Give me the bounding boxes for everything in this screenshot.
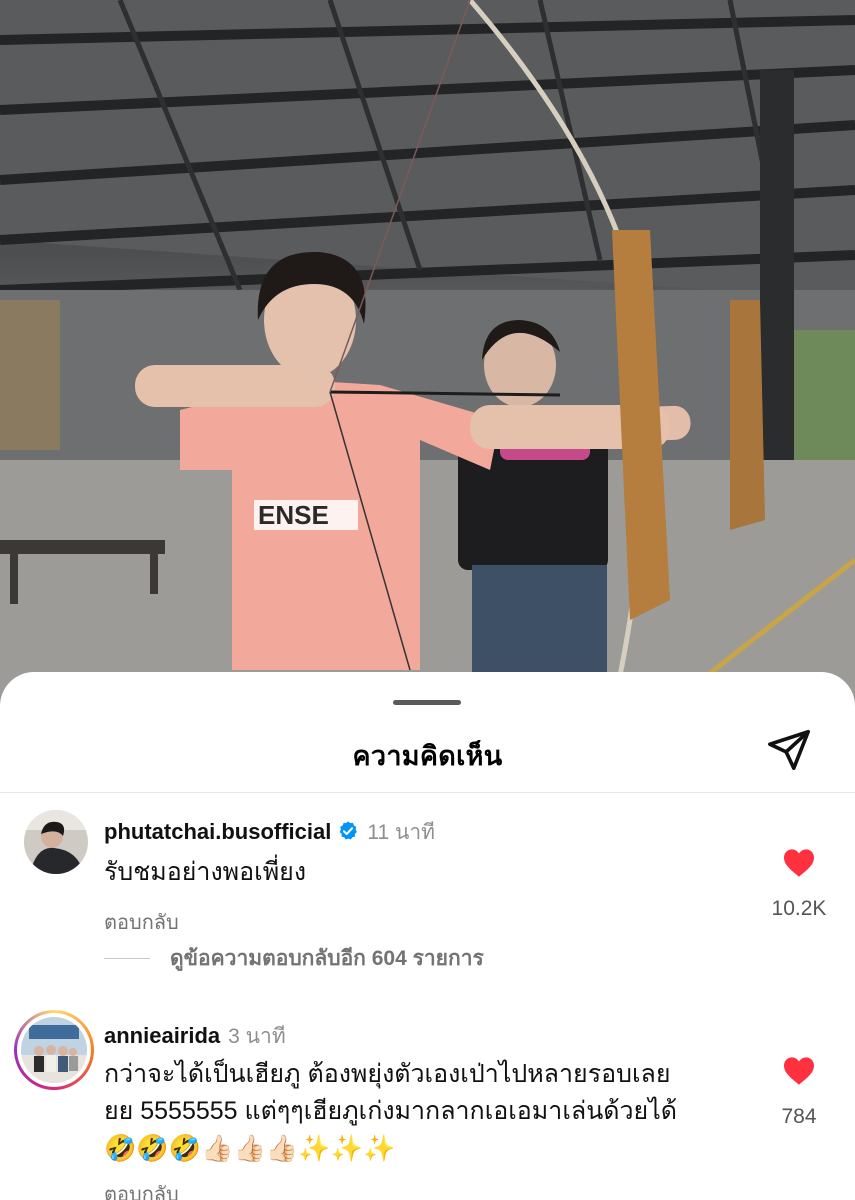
sheet-title: ความคิดเห็น	[352, 741, 503, 771]
post-photo: ENSE	[0, 0, 855, 720]
heart-icon	[784, 1057, 814, 1085]
comment-text-line: ยย 5555555 แต่ๆๆเฮียภูเก่งมากลากเอเอมาเล…	[104, 1097, 678, 1125]
avatar	[21, 1017, 87, 1083]
archery-photo-illustration: ENSE	[0, 0, 855, 720]
svg-text:ENSE: ENSE	[258, 500, 329, 530]
header-divider	[0, 792, 855, 793]
paper-plane-icon	[768, 729, 810, 770]
comment-emoji-line: 🤣🤣🤣👍🏻👍🏻👍🏻✨✨✨	[104, 1133, 396, 1163]
like-count: 10.2K	[771, 897, 827, 920]
verified-badge-icon	[337, 820, 359, 848]
comment-item: phutatchai.busofficial 11 นาที รับชมอย่าง…	[0, 802, 855, 1002]
reply-button[interactable]: ตอบกลับ	[104, 1178, 179, 1200]
comment-username[interactable]: annieairida	[104, 1023, 220, 1048]
avatar-story-ring[interactable]	[14, 1010, 94, 1090]
comment-time: 11 นาที	[367, 821, 435, 844]
comment-text: กว่าจะได้เป็นเฮียภู ต้องพยุ่งตัวเองเป่าไ…	[104, 1056, 734, 1168]
drag-handle[interactable]	[393, 700, 461, 705]
comments-sheet: ความคิดเห็น phutatchai.busofficial 11 นาท…	[0, 672, 855, 1200]
replies-divider-line	[104, 958, 150, 959]
comment-text-line: กว่าจะได้เป็นเฮียภู ต้องพยุ่งตัวเองเป่าไ…	[104, 1060, 671, 1088]
share-button[interactable]	[764, 724, 814, 774]
avatar[interactable]	[24, 810, 88, 874]
comment-text: รับชมอย่างพอเพี่ยง	[104, 858, 307, 886]
comment-item: annieairida 3 นาที กว่าจะได้เป็นเฮียภู ต้…	[0, 1006, 855, 1200]
view-replies-button[interactable]: ดูข้อความตอบกลับอีก 604 รายการ	[104, 942, 484, 975]
heart-icon	[784, 849, 814, 877]
comment-time: 3 นาที	[228, 1025, 286, 1048]
like-button[interactable]: 784	[759, 1056, 839, 1129]
reply-button[interactable]: ตอบกลับ	[104, 906, 179, 938]
like-count: 784	[781, 1105, 817, 1128]
view-replies-label: ดูข้อความตอบกลับอีก 604 รายการ	[170, 947, 484, 970]
comment-username[interactable]: phutatchai.busofficial	[104, 819, 331, 844]
like-button[interactable]: 10.2K	[759, 848, 839, 921]
